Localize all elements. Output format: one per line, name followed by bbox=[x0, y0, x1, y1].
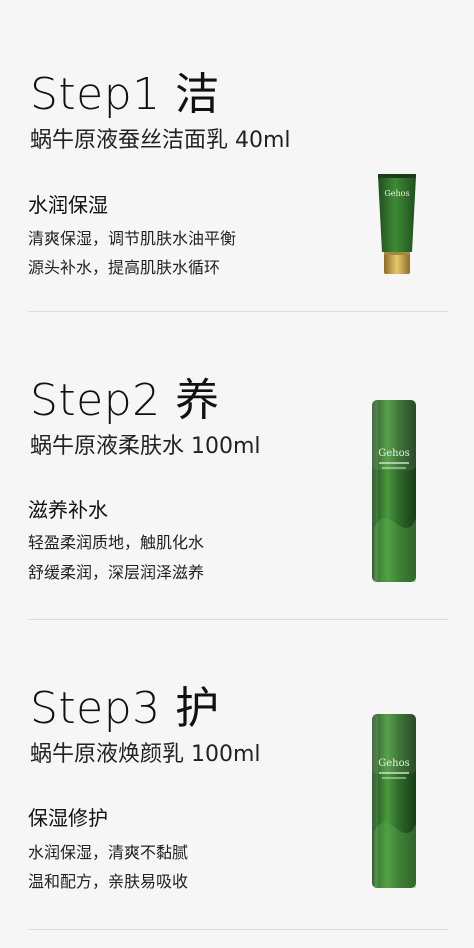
lotion-bottle-icon: Gehos bbox=[372, 714, 416, 888]
step1-subtitle: 蜗牛原液蚕丝洁面乳 40ml bbox=[30, 128, 291, 153]
step2-section: Step2 养 蜗牛原液柔肤水 100ml 滋养补水 轻盈柔润质地，触肌化水 舒… bbox=[0, 312, 474, 620]
step1-section: Step1 洁 蜗牛原液蚕丝洁面乳 40ml 水润保湿 清爽保湿，调节肌肤水油平… bbox=[0, 0, 474, 312]
step2-desc-line2: 舒缓柔润，深层润泽滋养 bbox=[28, 563, 205, 582]
cleanser-tube-icon: Gehos bbox=[378, 174, 416, 274]
step1-title: Step1 洁 bbox=[30, 69, 220, 120]
brand-logo: Gehos bbox=[378, 758, 410, 769]
brand-logo: Gehos bbox=[384, 189, 409, 198]
step1-desc-line2: 源头补水，提高肌肤水循环 bbox=[28, 258, 221, 277]
step2-feature: 滋养补水 bbox=[28, 498, 108, 522]
divider bbox=[28, 929, 448, 930]
step2-subtitle: 蜗牛原液柔肤水 100ml bbox=[30, 434, 261, 459]
step2-desc-line1: 轻盈柔润质地，触肌化水 bbox=[28, 533, 205, 552]
step2-title: Step2 养 bbox=[30, 375, 220, 426]
step1-desc-line1: 清爽保湿，调节肌肤水油平衡 bbox=[28, 229, 237, 248]
brand-logo: Gehos bbox=[378, 448, 410, 459]
step3-section: Step3 护 蜗牛原液焕颜乳 100ml 保湿修护 水润保湿，清爽不黏腻 温和… bbox=[0, 620, 474, 948]
step3-subtitle: 蜗牛原液焕颜乳 100ml bbox=[30, 742, 261, 767]
step3-desc-line2: 温和配方，亲肤易吸收 bbox=[28, 872, 189, 891]
step3-desc-line1: 水润保湿，清爽不黏腻 bbox=[28, 843, 189, 862]
step3-feature: 保湿修护 bbox=[28, 806, 108, 830]
step1-feature: 水润保湿 bbox=[28, 193, 108, 217]
step3-title: Step3 护 bbox=[30, 683, 220, 734]
toner-bottle-icon: Gehos bbox=[372, 400, 416, 582]
